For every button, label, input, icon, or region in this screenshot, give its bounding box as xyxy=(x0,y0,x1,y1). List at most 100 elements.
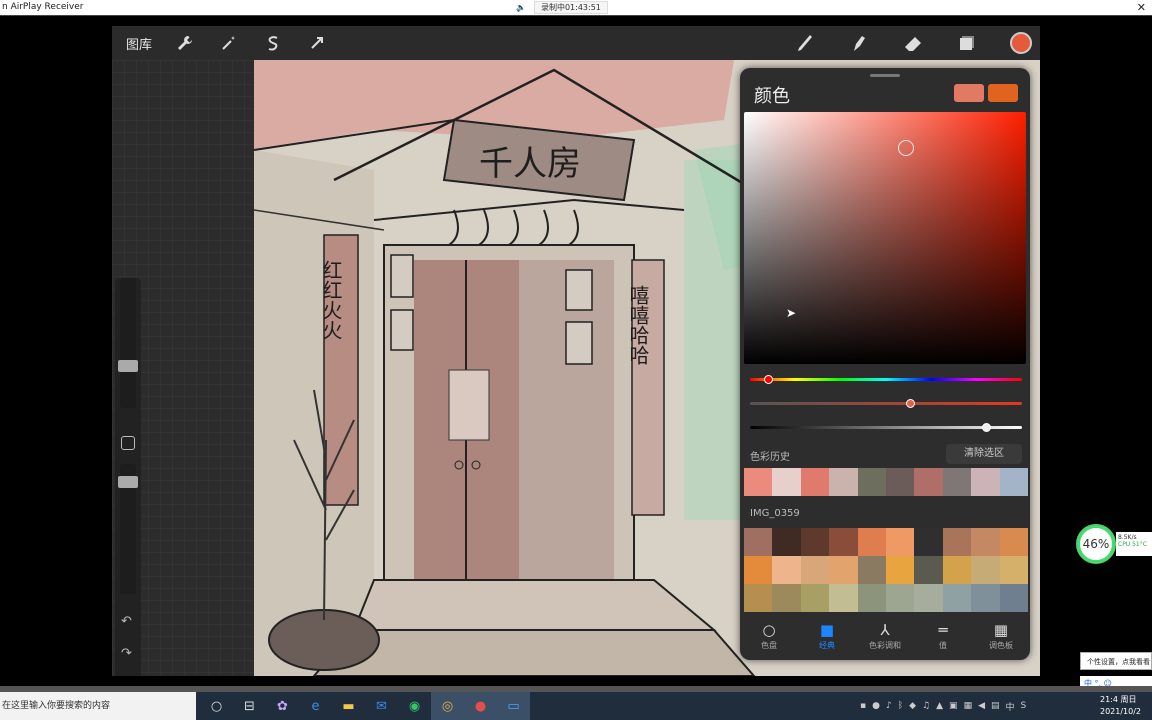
history-swatch[interactable] xyxy=(772,468,801,496)
color-picker-knob[interactable] xyxy=(898,140,914,156)
palette-swatch[interactable] xyxy=(999,528,1028,556)
palette-swatch[interactable] xyxy=(744,528,773,556)
bluetooth-icon[interactable]: ᛒ xyxy=(898,701,903,711)
brightness-knob[interactable] xyxy=(982,423,991,432)
palette-swatch[interactable] xyxy=(829,528,858,556)
smudge-icon[interactable] xyxy=(848,32,870,54)
modify-button[interactable] xyxy=(121,436,135,450)
history-swatch[interactable] xyxy=(942,468,972,496)
task-view-icon[interactable]: ⊟ xyxy=(233,692,266,720)
redo-icon[interactable]: ↷ xyxy=(121,646,132,661)
tab-color-mode[interactable]: ○ 色盘 xyxy=(740,620,798,660)
palette-swatch[interactable] xyxy=(942,584,972,612)
selection-icon[interactable] xyxy=(262,32,284,54)
clear-history-button[interactable]: 清除选区 xyxy=(946,444,1022,464)
taskbar-search[interactable]: 在这里输入你要搜索的内容 xyxy=(0,692,196,720)
brightness-slider[interactable] xyxy=(750,423,1022,432)
palette-swatch[interactable] xyxy=(772,556,801,584)
hue-slider[interactable] xyxy=(750,375,1022,384)
palette-swatch[interactable] xyxy=(971,556,1000,584)
palette-swatch[interactable] xyxy=(829,584,858,612)
network-icon[interactable]: ▲ xyxy=(936,701,943,711)
palette-swatch[interactable] xyxy=(829,556,858,584)
saturation-brightness-picker[interactable]: ➤ xyxy=(744,112,1026,364)
folder-icon[interactable]: ▬ xyxy=(332,692,365,720)
tray-icon[interactable]: ▦ xyxy=(964,701,973,711)
history-swatch[interactable] xyxy=(886,468,915,496)
brush-size-thumb[interactable] xyxy=(118,360,138,372)
history-swatch[interactable] xyxy=(857,468,887,496)
palette-swatch[interactable] xyxy=(885,584,915,612)
microphone-icon[interactable]: ♪ xyxy=(886,701,892,711)
edge-icon[interactable]: e xyxy=(299,692,332,720)
palette-swatch[interactable] xyxy=(942,528,972,556)
magic-wand-icon[interactable] xyxy=(218,32,240,54)
hue-knob[interactable] xyxy=(764,375,773,384)
notification-icon[interactable]: ♫ xyxy=(922,701,930,711)
wrench-icon[interactable] xyxy=(174,32,196,54)
history-swatch[interactable] xyxy=(971,468,1000,496)
palette-swatch[interactable] xyxy=(772,584,801,612)
history-swatch[interactable] xyxy=(999,468,1029,496)
palette-swatch[interactable] xyxy=(885,556,915,584)
panel-grabber[interactable] xyxy=(870,74,900,77)
gallery-button[interactable]: 图库 xyxy=(126,34,152,53)
palette-swatch[interactable] xyxy=(857,528,886,556)
tray-icon[interactable]: ▣ xyxy=(949,701,958,711)
saturation-knob[interactable] xyxy=(906,399,915,408)
opacity-slider[interactable] xyxy=(118,464,138,594)
transform-icon[interactable] xyxy=(306,32,328,54)
palette-swatch[interactable] xyxy=(800,556,830,584)
tab-color-mode[interactable]: ═ 值 xyxy=(914,620,972,660)
palette-swatch[interactable] xyxy=(744,584,773,612)
history-swatch[interactable] xyxy=(829,468,858,496)
current-color-swatch[interactable] xyxy=(954,84,984,102)
palette-swatch[interactable] xyxy=(772,528,801,556)
tab-color-mode[interactable]: ▦ 调色板 xyxy=(972,620,1030,660)
palette-swatch[interactable] xyxy=(800,528,830,556)
palette-swatch[interactable] xyxy=(971,528,1000,556)
history-swatch[interactable] xyxy=(800,468,830,496)
chrome-icon[interactable]: ◎ xyxy=(431,692,464,720)
palette-swatch[interactable] xyxy=(999,584,1028,612)
brush-icon[interactable] xyxy=(794,32,816,54)
app-icon[interactable]: ✿ xyxy=(266,692,299,720)
language-icon[interactable]: 中 xyxy=(1006,700,1015,713)
palette-swatch[interactable] xyxy=(857,556,886,584)
tab-color-mode[interactable]: ⅄ 色彩调和 xyxy=(856,620,914,660)
cortana-icon[interactable]: ○ xyxy=(200,692,233,720)
speaker-icon[interactable]: 🔈 xyxy=(516,3,526,12)
palette-swatch[interactable] xyxy=(914,528,943,556)
palette-swatch[interactable] xyxy=(971,584,1000,612)
brush-size-slider[interactable] xyxy=(118,278,138,408)
color-picker-button[interactable] xyxy=(1010,32,1032,54)
tab-color-mode[interactable]: ■ 经典 xyxy=(798,620,856,660)
palette-swatch[interactable] xyxy=(800,584,830,612)
tray-icon[interactable]: ● xyxy=(872,701,880,711)
clock[interactable]: 21:4 周日 2021/10/2 xyxy=(1100,694,1141,718)
browser-icon[interactable]: ◉ xyxy=(398,692,431,720)
palette-swatch[interactable] xyxy=(744,556,773,584)
history-swatch[interactable] xyxy=(744,468,773,496)
airplay-icon[interactable]: ▭ xyxy=(497,692,530,720)
palette-swatch[interactable] xyxy=(914,584,943,612)
previous-color-swatch[interactable] xyxy=(988,84,1018,102)
undo-icon[interactable]: ↶ xyxy=(121,614,132,629)
layers-icon[interactable] xyxy=(956,32,978,54)
history-swatch[interactable] xyxy=(914,468,943,496)
tray-icon[interactable]: ▤ xyxy=(991,701,1000,711)
palette-swatch[interactable] xyxy=(942,556,972,584)
palette-swatch[interactable] xyxy=(999,556,1028,584)
palette-swatch[interactable] xyxy=(857,584,886,612)
saturation-slider[interactable] xyxy=(750,399,1022,408)
palette-swatch[interactable] xyxy=(885,528,915,556)
recorder-icon[interactable]: ● xyxy=(464,692,497,720)
personalize-tip[interactable]: 个性设置，点我看看 xyxy=(1080,652,1152,670)
palette-swatch[interactable] xyxy=(914,556,943,584)
close-icon[interactable]: ✕ xyxy=(1137,0,1146,15)
performance-monitor[interactable]: 46% xyxy=(1076,524,1116,564)
mail-icon[interactable]: ✉ xyxy=(365,692,398,720)
tray-icon[interactable]: ▪ xyxy=(860,701,866,711)
eraser-icon[interactable] xyxy=(902,32,924,54)
tray-icon[interactable]: ◆ xyxy=(909,701,916,711)
